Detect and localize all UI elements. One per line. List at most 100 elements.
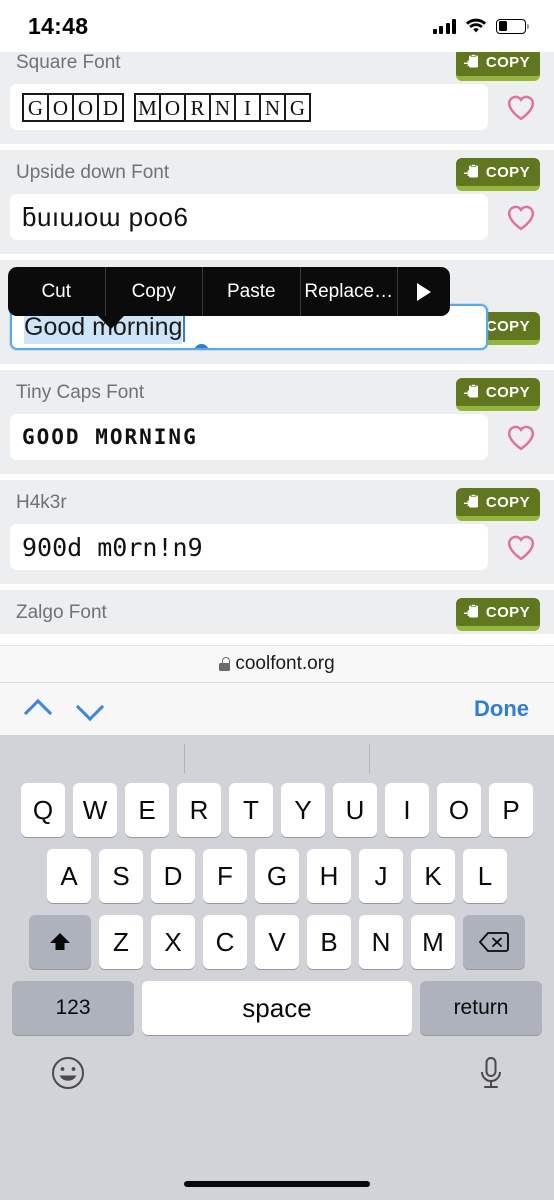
font-output-tiny-caps[interactable]: GOOD MORNING — [10, 414, 488, 460]
wifi-icon — [466, 18, 486, 33]
copy-button[interactable]: COPY — [455, 488, 540, 521]
copy-button[interactable]: COPY — [455, 158, 540, 191]
numeric-key[interactable]: 123 — [12, 981, 134, 1035]
copy-button[interactable]: COPY — [455, 378, 540, 411]
phone-screen: 14:48 Square Font COPY G O O D M O R N I… — [0, 0, 554, 1200]
keyboard-row-4: 123 space return — [0, 981, 554, 1035]
key-m[interactable]: M — [411, 915, 455, 969]
key-n[interactable]: N — [359, 915, 403, 969]
copy-button-label: COPY — [485, 384, 530, 401]
done-button[interactable]: Done — [474, 696, 529, 722]
backspace-key[interactable] — [463, 915, 525, 969]
emoji-smiley-icon[interactable] — [48, 1053, 88, 1093]
font-row: GOOD MORNING — [0, 414, 554, 474]
key-p[interactable]: P — [489, 783, 533, 837]
key-i[interactable]: I — [385, 783, 429, 837]
triangle-right-icon — [417, 282, 431, 301]
heart-icon — [507, 425, 535, 451]
key-h[interactable]: H — [307, 849, 351, 903]
menu-item-replace[interactable]: Replace… — [301, 267, 398, 316]
keyboard-row-2: A S D F G H J K L — [0, 849, 554, 903]
font-output-square[interactable]: GOODMORNING — [10, 84, 488, 130]
space-key[interactable]: space — [142, 981, 412, 1035]
keyboard-accessory-bar: Done — [0, 682, 554, 735]
heart-icon — [507, 205, 535, 231]
webpage-content[interactable]: Square Font COPY GOODMORNING Upside down… — [0, 52, 554, 645]
copy-button-label: COPY — [485, 604, 530, 621]
battery-icon — [496, 18, 529, 34]
copy-button[interactable]: COPY — [455, 52, 540, 81]
favorite-button[interactable] — [488, 533, 554, 561]
font-row: GOODMORNING — [0, 84, 554, 144]
text-selection-menu[interactable]: Cut Copy Paste Replace… — [8, 267, 450, 316]
key-d[interactable]: D — [151, 849, 195, 903]
key-u[interactable]: U — [333, 783, 377, 837]
key-k[interactable]: K — [411, 849, 455, 903]
status-bar: 14:48 — [0, 0, 554, 52]
font-card-hacker: H4k3r COPY 900d m0rn!n9 — [0, 480, 554, 584]
return-key[interactable]: return — [420, 981, 542, 1035]
key-l[interactable]: L — [463, 849, 507, 903]
copy-button-label: COPY — [485, 318, 530, 335]
font-row: 900d m0rn!n9 — [0, 524, 554, 584]
on-screen-keyboard[interactable]: Q W E R T Y U I O P A S D F G H J K L Z … — [0, 735, 554, 1200]
heart-icon — [507, 95, 535, 121]
keyboard-row-3: Z X C V B N M — [0, 915, 554, 969]
copy-button-label: COPY — [485, 54, 530, 71]
keyboard-row-1: Q W E R T Y U I O P — [0, 783, 554, 837]
key-q[interactable]: Q — [21, 783, 65, 837]
key-w[interactable]: W — [73, 783, 117, 837]
backspace-delete-icon — [479, 932, 509, 952]
browser-url-bar[interactable]: coolfont.org — [0, 645, 554, 682]
chevron-up-icon[interactable] — [25, 701, 51, 717]
key-x[interactable]: X — [151, 915, 195, 969]
font-output-hacker[interactable]: 900d m0rn!n9 — [10, 524, 488, 570]
key-r[interactable]: R — [177, 783, 221, 837]
key-t[interactable]: T — [229, 783, 273, 837]
cellular-bars-icon — [432, 18, 456, 34]
menu-item-paste[interactable]: Paste — [203, 267, 301, 316]
microphone-icon[interactable] — [476, 1053, 506, 1093]
favorite-button[interactable] — [488, 423, 554, 451]
clipboard-copy-icon — [463, 164, 478, 178]
key-o[interactable]: O — [437, 783, 481, 837]
home-indicator — [184, 1181, 370, 1187]
status-icons — [432, 18, 529, 34]
menu-item-cut[interactable]: Cut — [8, 267, 106, 316]
key-s[interactable]: S — [99, 849, 143, 903]
key-z[interactable]: Z — [99, 915, 143, 969]
form-nav-buttons — [25, 701, 103, 717]
key-f[interactable]: F — [203, 849, 247, 903]
favorite-button[interactable] — [488, 93, 554, 121]
shift-up-arrow-icon — [50, 933, 70, 950]
menu-item-copy[interactable]: Copy — [106, 267, 203, 316]
key-e[interactable]: E — [125, 783, 169, 837]
clipboard-copy-icon — [463, 54, 478, 68]
font-card-tiny-caps: Tiny Caps Font COPY GOOD MORNING — [0, 370, 554, 474]
key-j[interactable]: J — [359, 849, 403, 903]
suggestion-bar[interactable] — [0, 735, 554, 783]
url-text: coolfont.org — [235, 653, 335, 674]
clipboard-copy-icon — [463, 494, 478, 508]
key-c[interactable]: C — [203, 915, 247, 969]
selection-handle-end[interactable] — [194, 344, 209, 348]
key-a[interactable]: A — [47, 849, 91, 903]
font-output-upside-down[interactable]: ƃuıuɹoɯ poo6 — [10, 194, 488, 240]
font-card-square: Square Font COPY GOODMORNING — [0, 52, 554, 144]
copy-button[interactable]: COPY — [455, 598, 540, 631]
menu-more-button[interactable] — [398, 267, 450, 316]
heart-icon — [507, 535, 535, 561]
clipboard-copy-icon — [463, 384, 478, 398]
font-row: ƃuıuɹoɯ poo6 — [0, 194, 554, 254]
copy-button-label: COPY — [485, 164, 530, 181]
key-y[interactable]: Y — [281, 783, 325, 837]
copy-button-label: COPY — [485, 494, 530, 511]
chevron-down-icon[interactable] — [77, 701, 103, 717]
keyboard-bottom-bar — [0, 1047, 554, 1093]
favorite-button[interactable] — [488, 203, 554, 231]
clipboard-copy-icon — [463, 604, 478, 618]
shift-key[interactable] — [29, 915, 91, 969]
key-g[interactable]: G — [255, 849, 299, 903]
key-b[interactable]: B — [307, 915, 351, 969]
key-v[interactable]: V — [255, 915, 299, 969]
